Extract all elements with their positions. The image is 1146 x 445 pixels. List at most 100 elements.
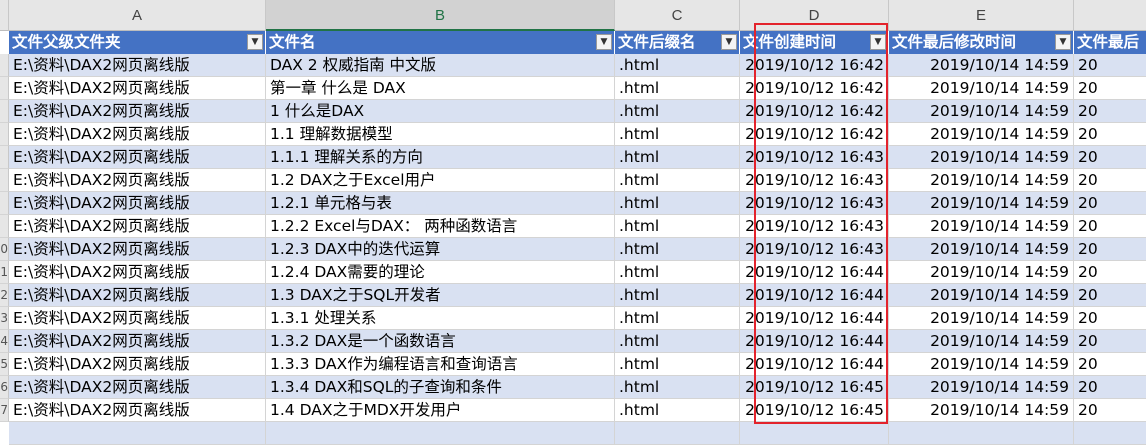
column-header-c[interactable]: C bbox=[615, 0, 740, 31]
table-cell[interactable]: E:\资料\DAX2网页离线版 bbox=[9, 399, 266, 422]
table-cell[interactable]: .html bbox=[615, 169, 740, 192]
table-cell[interactable]: E:\资料\DAX2网页离线版 bbox=[9, 376, 266, 399]
row-header[interactable] bbox=[0, 54, 9, 77]
table-cell[interactable] bbox=[1074, 422, 1146, 445]
table-cell[interactable]: DAX 2 权威指南 中文版 bbox=[266, 54, 615, 77]
table-cell[interactable]: .html bbox=[615, 146, 740, 169]
row-header[interactable]: 4 bbox=[0, 330, 9, 353]
column-header-e[interactable]: E bbox=[889, 0, 1074, 31]
row-header[interactable]: 1 bbox=[0, 261, 9, 284]
table-cell[interactable]: E:\资料\DAX2网页离线版 bbox=[9, 307, 266, 330]
table-cell[interactable]: 20 bbox=[1074, 215, 1146, 238]
table-cell[interactable]: 2019/10/12 16:43 bbox=[740, 192, 889, 215]
table-cell[interactable]: E:\资料\DAX2网页离线版 bbox=[9, 261, 266, 284]
table-cell[interactable] bbox=[615, 422, 740, 445]
table-cell[interactable]: E:\资料\DAX2网页离线版 bbox=[9, 123, 266, 146]
table-cell[interactable]: E:\资料\DAX2网页离线版 bbox=[9, 284, 266, 307]
table-cell[interactable]: 2019/10/12 16:44 bbox=[740, 330, 889, 353]
table-cell[interactable]: 20 bbox=[1074, 123, 1146, 146]
table-cell[interactable]: .html bbox=[615, 399, 740, 422]
table-cell[interactable]: 2019/10/12 16:42 bbox=[740, 100, 889, 123]
row-header[interactable]: 5 bbox=[0, 353, 9, 376]
table-cell[interactable]: 20 bbox=[1074, 376, 1146, 399]
table-cell[interactable]: 20 bbox=[1074, 330, 1146, 353]
column-header-d[interactable]: D bbox=[740, 0, 889, 31]
table-cell[interactable]: 2019/10/14 14:59 bbox=[889, 307, 1074, 330]
row-header[interactable] bbox=[0, 100, 9, 123]
table-cell[interactable]: 20 bbox=[1074, 146, 1146, 169]
table-cell[interactable]: 2019/10/12 16:44 bbox=[740, 284, 889, 307]
column-header-b[interactable]: B bbox=[266, 0, 615, 31]
table-cell[interactable]: 2019/10/14 14:59 bbox=[889, 261, 1074, 284]
row-header[interactable] bbox=[0, 192, 9, 215]
table-cell[interactable]: .html bbox=[615, 215, 740, 238]
table-cell[interactable]: 20 bbox=[1074, 192, 1146, 215]
table-cell[interactable]: .html bbox=[615, 353, 740, 376]
table-cell[interactable]: 1.2.4 DAX需要的理论 bbox=[266, 261, 615, 284]
row-header[interactable] bbox=[0, 169, 9, 192]
table-cell[interactable]: 20 bbox=[1074, 284, 1146, 307]
table-cell[interactable]: 2019/10/12 16:42 bbox=[740, 123, 889, 146]
table-cell[interactable]: 1.3.3 DAX作为编程语言和查询语言 bbox=[266, 353, 615, 376]
table-cell[interactable]: E:\资料\DAX2网页离线版 bbox=[9, 330, 266, 353]
table-cell[interactable]: .html bbox=[615, 100, 740, 123]
select-all-corner[interactable] bbox=[0, 0, 9, 31]
table-cell[interactable]: .html bbox=[615, 376, 740, 399]
row-header[interactable]: 0 bbox=[0, 238, 9, 261]
table-cell[interactable]: 20 bbox=[1074, 100, 1146, 123]
table-cell[interactable]: .html bbox=[615, 54, 740, 77]
table-cell[interactable]: 1.3.1 处理关系 bbox=[266, 307, 615, 330]
table-cell[interactable]: 1.4 DAX之于MDX开发用户 bbox=[266, 399, 615, 422]
table-cell[interactable]: 1.1.1 理解关系的方向 bbox=[266, 146, 615, 169]
table-cell[interactable]: 1.2.3 DAX中的迭代运算 bbox=[266, 238, 615, 261]
table-cell[interactable]: 2019/10/14 14:59 bbox=[889, 100, 1074, 123]
filter-dropdown-button[interactable]: ▼ bbox=[247, 34, 263, 50]
table-cell[interactable]: 第一章 什么是 DAX bbox=[266, 77, 615, 100]
filter-dropdown-button[interactable]: ▼ bbox=[596, 34, 612, 50]
table-cell[interactable]: 20 bbox=[1074, 77, 1146, 100]
row-header[interactable] bbox=[0, 123, 9, 146]
row-header[interactable]: 7 bbox=[0, 399, 9, 422]
table-cell[interactable] bbox=[740, 422, 889, 445]
table-cell[interactable]: 20 bbox=[1074, 261, 1146, 284]
table-cell[interactable]: .html bbox=[615, 238, 740, 261]
table-cell[interactable]: 2019/10/12 16:45 bbox=[740, 399, 889, 422]
table-cell[interactable]: 2019/10/14 14:59 bbox=[889, 192, 1074, 215]
table-cell[interactable]: 2019/10/14 14:59 bbox=[889, 330, 1074, 353]
table-cell[interactable]: 2019/10/12 16:43 bbox=[740, 169, 889, 192]
table-cell[interactable]: E:\资料\DAX2网页离线版 bbox=[9, 353, 266, 376]
table-cell[interactable]: 2019/10/14 14:59 bbox=[889, 123, 1074, 146]
table-cell[interactable]: 2019/10/12 16:43 bbox=[740, 215, 889, 238]
table-cell[interactable]: 1.3 DAX之于SQL开发者 bbox=[266, 284, 615, 307]
table-cell[interactable]: 2019/10/12 16:44 bbox=[740, 307, 889, 330]
table-cell[interactable]: 1.2 DAX之于Excel用户 bbox=[266, 169, 615, 192]
table-cell[interactable]: 2019/10/14 14:59 bbox=[889, 376, 1074, 399]
table-cell[interactable]: 20 bbox=[1074, 169, 1146, 192]
table-cell[interactable]: .html bbox=[615, 330, 740, 353]
table-cell[interactable] bbox=[266, 422, 615, 445]
table-cell[interactable]: .html bbox=[615, 284, 740, 307]
table-cell[interactable]: 1.1 理解数据模型 bbox=[266, 123, 615, 146]
table-cell[interactable]: 1.3.4 DAX和SQL的子查询和条件 bbox=[266, 376, 615, 399]
row-header[interactable]: 6 bbox=[0, 376, 9, 399]
table-cell[interactable]: 2019/10/12 16:45 bbox=[740, 376, 889, 399]
table-cell[interactable]: .html bbox=[615, 77, 740, 100]
filter-dropdown-button[interactable]: ▼ bbox=[721, 34, 737, 50]
table-cell[interactable]: 1.3.2 DAX是一个函数语言 bbox=[266, 330, 615, 353]
table-cell[interactable] bbox=[889, 422, 1074, 445]
table-cell[interactable]: E:\资料\DAX2网页离线版 bbox=[9, 169, 266, 192]
table-cell[interactable]: 2019/10/14 14:59 bbox=[889, 238, 1074, 261]
row-header[interactable] bbox=[0, 77, 9, 100]
table-cell[interactable]: E:\资料\DAX2网页离线版 bbox=[9, 192, 266, 215]
table-cell[interactable]: E:\资料\DAX2网页离线版 bbox=[9, 54, 266, 77]
table-cell[interactable]: .html bbox=[615, 307, 740, 330]
table-cell[interactable]: 2019/10/14 14:59 bbox=[889, 169, 1074, 192]
table-cell[interactable]: E:\资料\DAX2网页离线版 bbox=[9, 215, 266, 238]
table-cell[interactable]: 20 bbox=[1074, 307, 1146, 330]
table-cell[interactable]: 2019/10/12 16:44 bbox=[740, 353, 889, 376]
filter-dropdown-button[interactable]: ▼ bbox=[1055, 34, 1071, 50]
table-cell[interactable]: .html bbox=[615, 261, 740, 284]
table-cell[interactable]: 2019/10/12 16:43 bbox=[740, 238, 889, 261]
row-header[interactable] bbox=[0, 215, 9, 238]
table-cell[interactable]: 2019/10/14 14:59 bbox=[889, 353, 1074, 376]
